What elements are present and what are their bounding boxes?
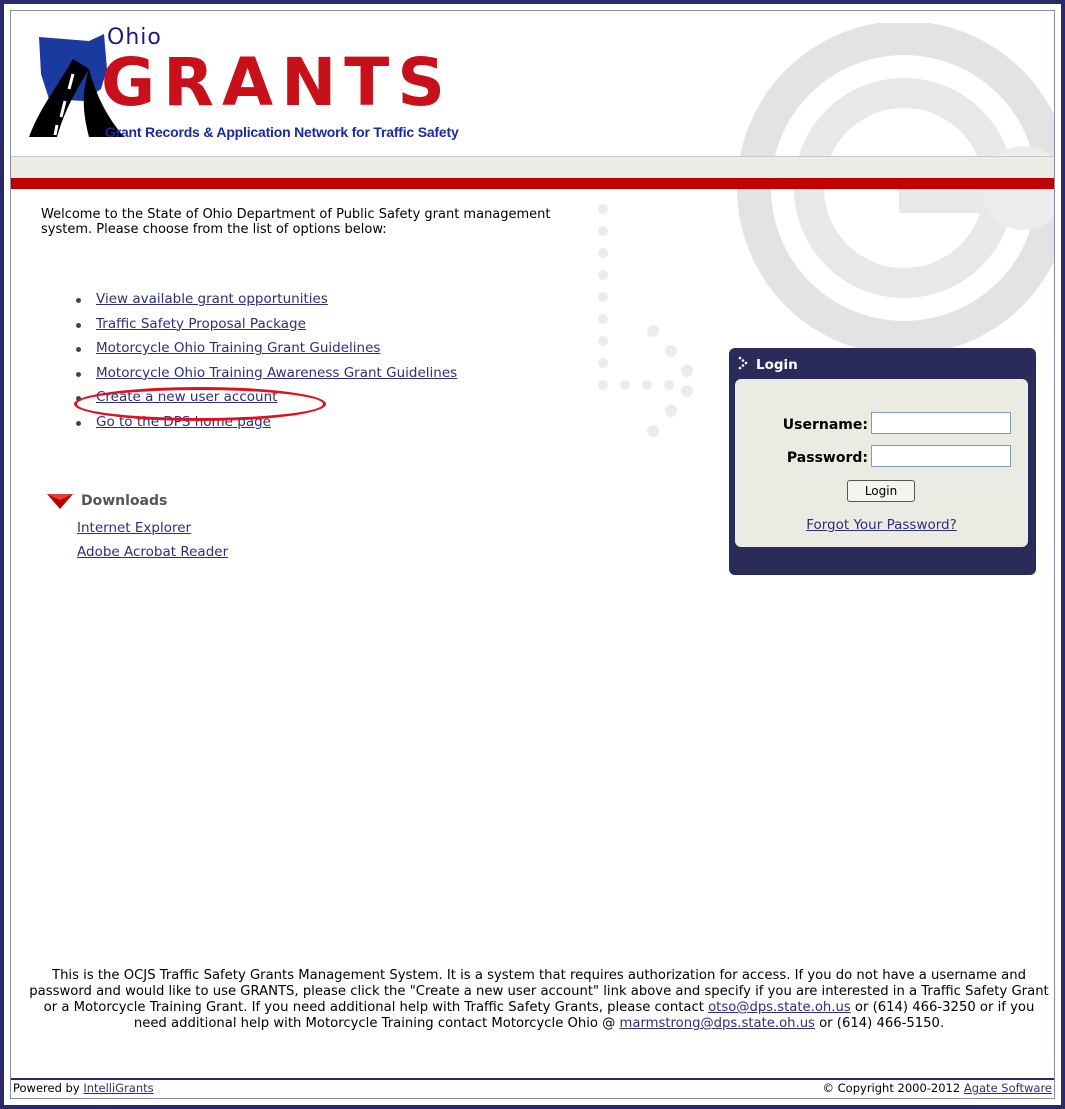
option-motorcycle-training: Motorcycle Ohio Training Grant Guideline… xyxy=(66,340,457,365)
downloads-title: Downloads xyxy=(81,493,168,509)
logo-grants-text: GRANTS xyxy=(101,44,453,121)
internet-explorer-link[interactable]: Internet Explorer xyxy=(77,520,191,536)
otso-email-link[interactable]: otso@dps.state.oh.us xyxy=(708,1000,851,1015)
logo-tagline: Grant Records & Application Network for … xyxy=(105,124,459,140)
downloads-heading: Downloads xyxy=(45,491,167,511)
header-band-light xyxy=(11,156,1054,179)
notice-text-3: or (614) 466-5150. xyxy=(814,1016,945,1031)
header: Ohio GRANTS Grant Records & Application … xyxy=(11,11,1054,353)
login-panel: Login Username: Password: Login Forgot Y… xyxy=(729,348,1036,575)
login-title-text: Login xyxy=(756,357,798,373)
create-account-highlight xyxy=(74,387,326,421)
intelligrants-link[interactable]: IntelliGrants xyxy=(83,1081,153,1095)
username-label: Username: xyxy=(782,417,868,433)
powered-prefix: Powered by xyxy=(13,1081,84,1095)
downloads-links: Internet Explorer Adobe Acrobat Reader xyxy=(77,516,228,564)
powered-by: Powered by IntelliGrants xyxy=(13,1080,154,1097)
ohio-grants-logo: Ohio GRANTS Grant Records & Application … xyxy=(29,25,499,150)
adobe-reader-link[interactable]: Adobe Acrobat Reader xyxy=(77,544,228,560)
motorcycle-training-guidelines-link[interactable]: Motorcycle Ohio Training Grant Guideline… xyxy=(96,340,380,356)
login-form: Username: Password: Login Forgot Your Pa… xyxy=(735,379,1028,547)
copyright: © Copyright 2000-2012 Agate Software xyxy=(823,1080,1053,1097)
decorative-dots xyxy=(598,204,693,437)
welcome-text: Welcome to the State of Ohio Department … xyxy=(41,207,551,237)
status-bar: Powered by IntelliGrants © Copyright 200… xyxy=(11,1078,1054,1098)
password-label: Password: xyxy=(786,450,868,466)
login-title: Login xyxy=(737,356,798,373)
username-input[interactable] xyxy=(871,412,1011,434)
forgot-password-link[interactable]: Forgot Your Password? xyxy=(806,517,957,533)
system-notice: This is the OCJS Traffic Safety Grants M… xyxy=(29,968,1049,1032)
agate-software-link[interactable]: Agate Software xyxy=(964,1081,1052,1095)
page-frame: Ohio GRANTS Grant Records & Application … xyxy=(0,0,1065,1109)
login-button[interactable]: Login xyxy=(847,480,915,502)
option-proposal-package: Traffic Safety Proposal Package xyxy=(66,316,457,341)
view-grants-link[interactable]: View available grant opportunities xyxy=(96,291,328,307)
option-motorcycle-awareness: Motorcycle Ohio Training Awareness Grant… xyxy=(66,365,457,390)
page-content: Ohio GRANTS Grant Records & Application … xyxy=(10,10,1055,1099)
motorcycle-awareness-guidelines-link[interactable]: Motorcycle Ohio Training Awareness Grant… xyxy=(96,365,457,381)
copyright-prefix: © Copyright 2000-2012 xyxy=(822,1081,964,1095)
header-band-red xyxy=(11,178,1054,189)
option-view-grants: View available grant opportunities xyxy=(66,291,457,316)
marmstrong-email-link[interactable]: marmstrong@dps.state.oh.us xyxy=(620,1016,815,1031)
password-input[interactable] xyxy=(871,445,1011,467)
forgot-password-row: Forgot Your Password? xyxy=(735,517,1028,533)
proposal-package-link[interactable]: Traffic Safety Proposal Package xyxy=(96,316,306,332)
arrow-dots-icon xyxy=(738,356,748,370)
triangle-down-icon xyxy=(47,494,73,509)
